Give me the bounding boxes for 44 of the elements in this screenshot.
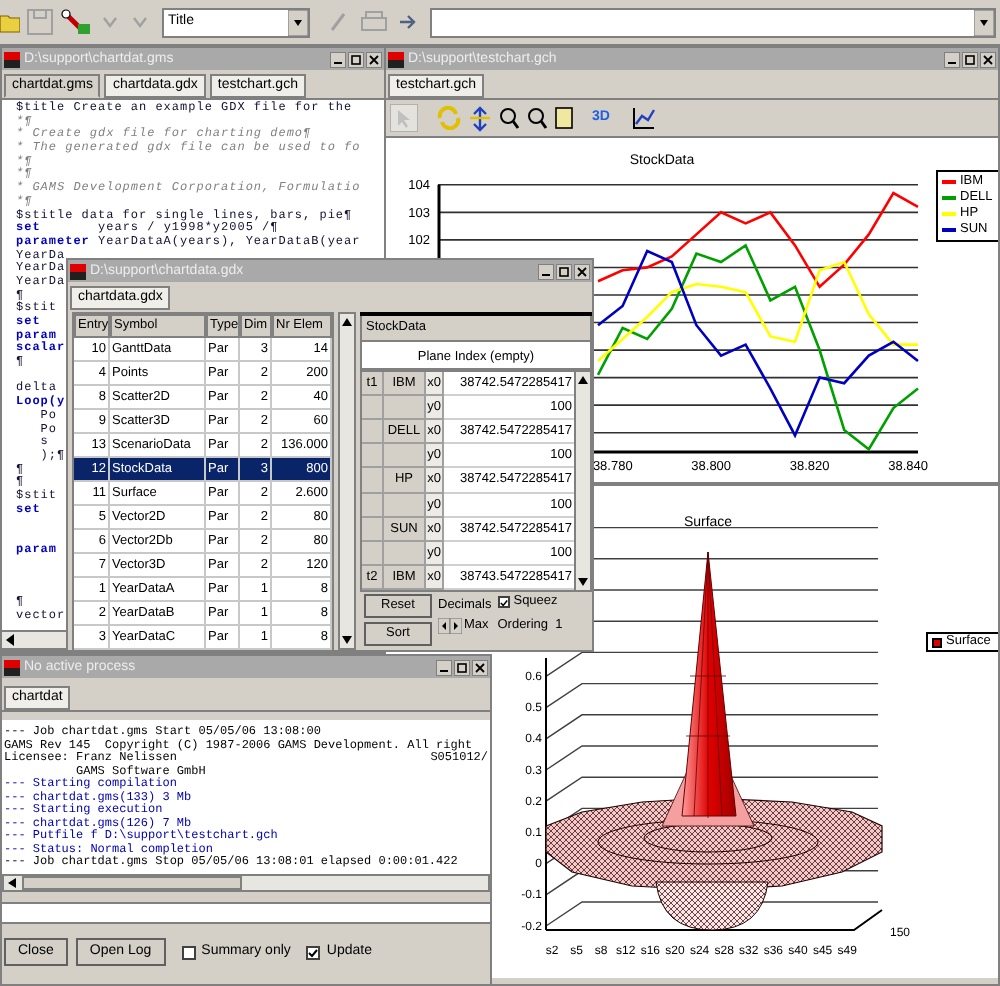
caret-icon — [288, 9, 308, 35]
chart-icon[interactable] — [631, 106, 656, 130]
checkbox-box[interactable] — [181, 945, 196, 959]
surface-dip — [655, 881, 769, 931]
app-icon — [388, 51, 404, 67]
app-icon — [70, 263, 86, 279]
address-combobox[interactable] — [430, 7, 996, 37]
left-arrow-icon[interactable] — [4, 876, 22, 890]
up-down-arrows-icon[interactable] — [468, 105, 492, 131]
down-arrow-icon[interactable] — [576, 574, 590, 590]
minimize-icon[interactable] — [538, 263, 554, 279]
zoom-icon[interactable] — [526, 106, 548, 130]
left-arrow-icon[interactable] — [2, 632, 20, 648]
scrollbar-thumb[interactable] — [22, 876, 242, 890]
close-icon[interactable] — [366, 51, 382, 67]
down-arrow-icon[interactable] — [340, 632, 354, 648]
maximize-icon[interactable] — [962, 51, 978, 67]
tools-icon[interactable] — [60, 8, 92, 36]
zoom-icon[interactable] — [498, 106, 520, 130]
checkbox-box[interactable] — [306, 945, 321, 959]
maximize-icon[interactable] — [348, 51, 364, 67]
minimize-icon[interactable] — [330, 51, 346, 67]
page-icon[interactable] — [554, 106, 574, 130]
maximize-icon[interactable] — [454, 659, 470, 675]
check-icon — [308, 947, 319, 957]
up-arrow-icon[interactable] — [340, 314, 354, 330]
spinner-arrows-icon[interactable] — [438, 618, 462, 634]
y-axis — [437, 184, 441, 258]
legend-swatch — [932, 637, 942, 647]
close-icon[interactable] — [574, 263, 590, 279]
close-icon[interactable] — [472, 659, 488, 675]
minimize-icon[interactable] — [436, 659, 452, 675]
scrollbar[interactable] — [2, 874, 490, 892]
maximize-icon[interactable] — [556, 263, 572, 279]
close-icon[interactable] — [980, 51, 996, 67]
app-icon — [4, 51, 20, 67]
minimize-icon[interactable] — [944, 51, 960, 67]
checkbox-box[interactable] — [497, 596, 510, 608]
caret-icon — [974, 9, 994, 35]
app-icon — [4, 659, 20, 675]
scrollbar[interactable] — [338, 312, 356, 650]
up-arrow-icon[interactable] — [576, 372, 590, 388]
check-icon — [499, 597, 508, 607]
scrollbar[interactable] — [574, 372, 590, 590]
